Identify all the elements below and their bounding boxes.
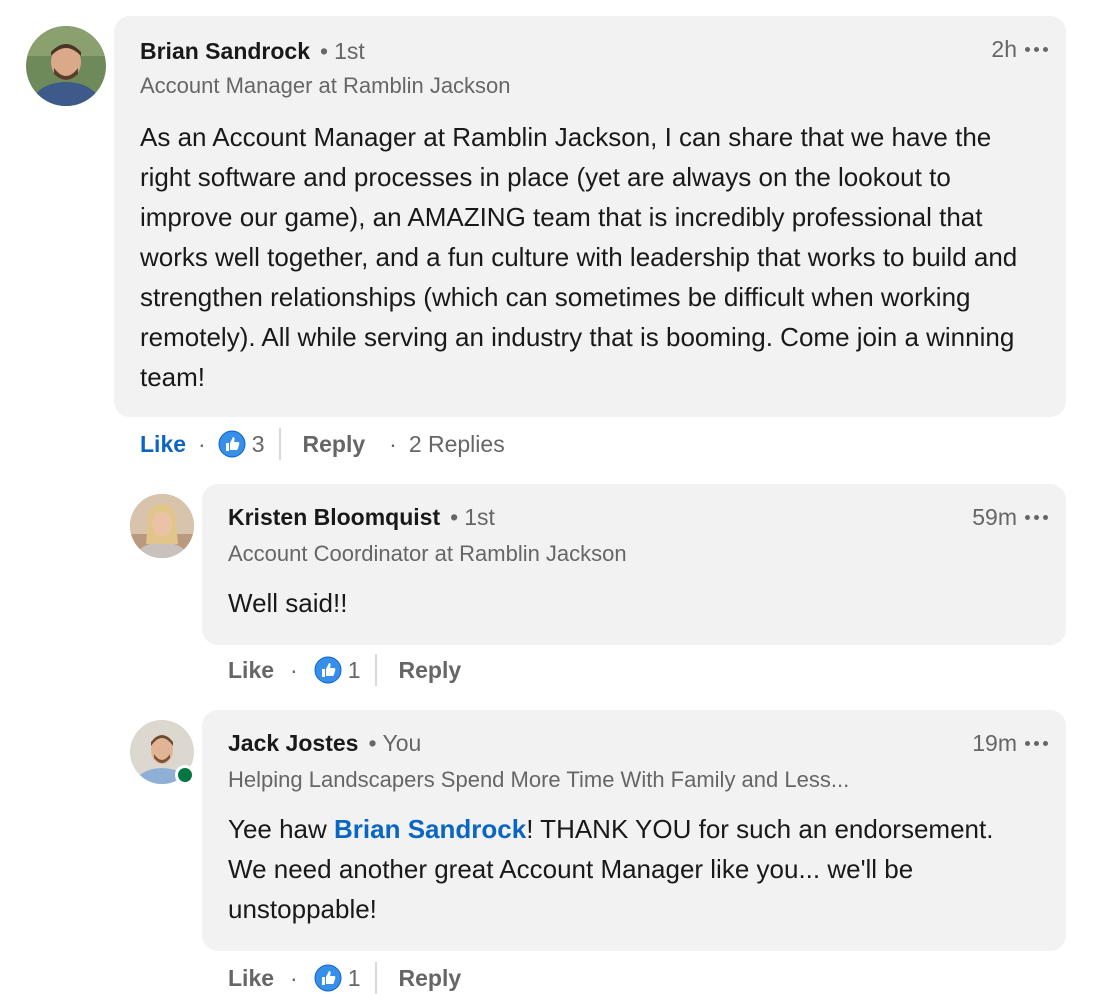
comment-bubble-kristen: Kristen Bloomquist • 1st 59m Account Coor… (202, 484, 1066, 645)
action-separator: · (389, 430, 397, 457)
comment-meta: 59m (972, 504, 1048, 531)
comment-author[interactable]: Jack Jostes (228, 730, 358, 757)
comment-timestamp: 19m (972, 730, 1017, 756)
comment-text: Well said!! (228, 588, 348, 618)
like-reaction-icon[interactable] (314, 656, 342, 684)
avatar-kristen-bloomquist[interactable] (130, 494, 194, 558)
online-status-indicator (175, 765, 195, 785)
mention-link[interactable]: Brian Sandrock (334, 814, 526, 844)
author-headline: Helping Landscapers Spend More Time With… (228, 767, 850, 792)
comment-timestamp: 59m (972, 504, 1017, 530)
like-reaction-icon[interactable] (314, 964, 342, 992)
author-headline: Account Coordinator at Ramblin Jackson (228, 541, 627, 566)
comment-meta: 19m (972, 730, 1048, 757)
comment-text-prefix: Yee haw (228, 814, 335, 844)
like-count[interactable]: 1 (348, 965, 361, 992)
connection-degree: • 1st (450, 504, 495, 530)
more-options-icon[interactable] (1025, 47, 1048, 52)
like-button[interactable]: Like (228, 965, 274, 992)
reply-button[interactable]: Reply (303, 431, 366, 458)
comment-author[interactable]: Brian Sandrock (140, 38, 310, 65)
action-divider (374, 962, 377, 994)
like-button[interactable]: Like (140, 431, 186, 458)
like-count[interactable]: 1 (348, 657, 361, 684)
more-options-icon[interactable] (1025, 515, 1048, 520)
comment-actions: Like · 3 Reply · 2 Replies (140, 428, 505, 460)
comment-author[interactable]: Kristen Bloomquist (228, 504, 440, 531)
avatar-brian-sandrock[interactable] (26, 26, 106, 106)
action-divider (374, 654, 377, 686)
action-separator: · (290, 656, 298, 683)
like-button[interactable]: Like (228, 657, 274, 684)
comment-actions: Like · 1 Reply (228, 654, 461, 686)
action-separator: · (198, 430, 206, 457)
like-reaction-icon[interactable] (218, 430, 246, 458)
action-divider (278, 428, 281, 460)
reply-button[interactable]: Reply (399, 657, 462, 684)
comment-actions: Like · 1 Reply (228, 962, 461, 994)
comment-timestamp: 2h (991, 36, 1017, 62)
connection-degree: • 1st (320, 38, 365, 64)
action-separator: · (290, 964, 298, 991)
comment-text: As an Account Manager at Ramblin Jackson… (140, 122, 1018, 392)
author-headline: Account Manager at Ramblin Jackson (140, 73, 511, 98)
more-options-icon[interactable] (1025, 741, 1048, 746)
replies-count-link[interactable]: 2 Replies (409, 431, 505, 458)
reply-button[interactable]: Reply (399, 965, 462, 992)
comment-text: Yee haw Brian Sandrock! THANK YOU for su… (228, 809, 1018, 929)
comment-meta: 2h (991, 36, 1048, 63)
comment-bubble-brian: Brian Sandrock • 1st 2h Account Manager a… (114, 16, 1066, 417)
comment-bubble-jack: Jack Jostes • You 19m Helping Landscapers… (202, 710, 1066, 951)
like-count[interactable]: 3 (252, 431, 265, 458)
connection-degree: • You (368, 730, 422, 756)
